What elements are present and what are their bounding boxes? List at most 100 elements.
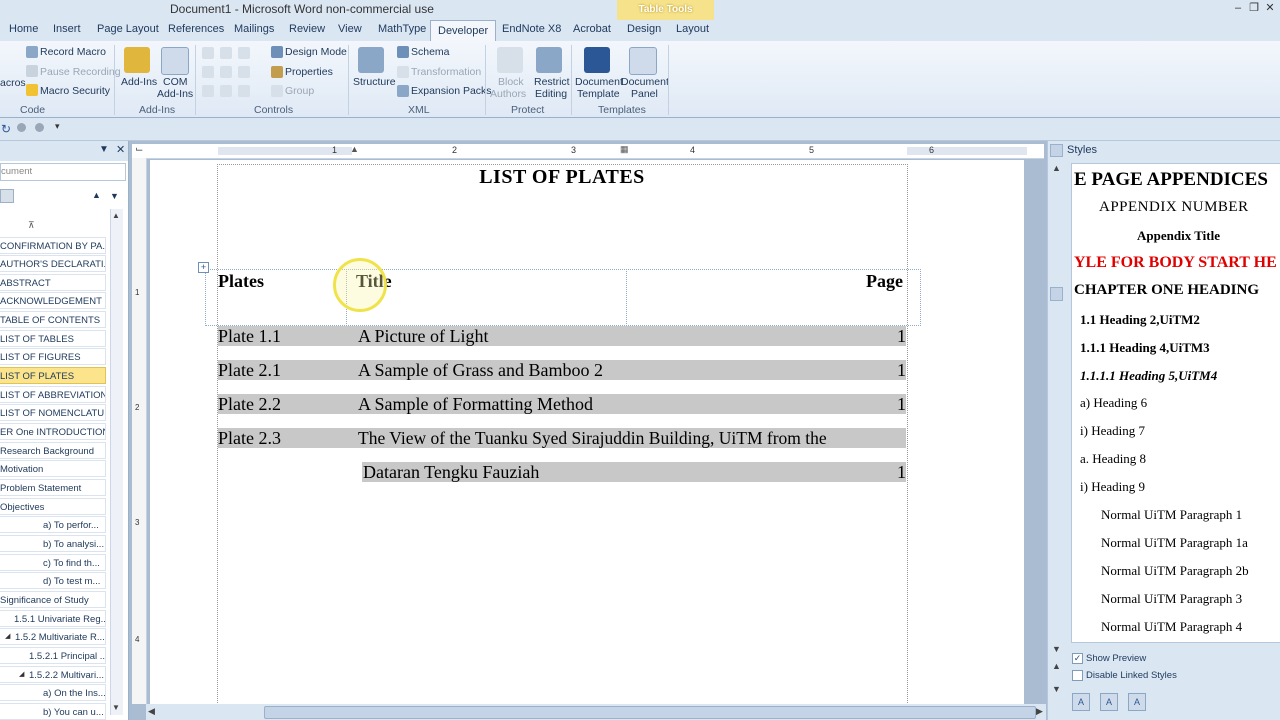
style-item[interactable]: 1.1 Heading 2,UiTM2 bbox=[1080, 312, 1200, 328]
nav-item[interactable]: CONFIRMATION BY PA... bbox=[0, 237, 106, 254]
style-item[interactable]: Normal UiTM Paragraph 2b bbox=[1101, 563, 1249, 579]
nav-item[interactable]: c) To find th... bbox=[0, 554, 106, 571]
next-page-icon[interactable]: ▼ bbox=[1052, 684, 1061, 694]
structure-button[interactable]: Structure bbox=[353, 76, 396, 88]
macros-button[interactable]: acros bbox=[0, 77, 26, 89]
tab-design[interactable]: Design bbox=[627, 23, 661, 35]
customize-toolbar-icon[interactable]: ▾ bbox=[55, 121, 60, 132]
nav-item[interactable]: Motivation bbox=[0, 460, 106, 477]
nav-item[interactable]: LIST OF ABBREVIATIONS bbox=[0, 386, 106, 403]
nav-item[interactable]: a) On the Ins... bbox=[0, 684, 106, 701]
style-item[interactable]: 1.1.1 Heading 4,UiTM3 bbox=[1080, 340, 1210, 356]
manage-styles-icon[interactable]: A bbox=[1128, 693, 1146, 711]
search-input[interactable]: cument bbox=[0, 163, 126, 181]
nav-item[interactable]: b) You can u... bbox=[0, 703, 106, 720]
nav-item[interactable]: d) To test m... bbox=[0, 572, 106, 589]
macro-security-button[interactable]: Macro Security bbox=[40, 85, 110, 97]
tab-acrobat[interactable]: Acrobat bbox=[573, 23, 611, 35]
nav-item[interactable]: Significance of Study bbox=[0, 591, 106, 608]
nav-item[interactable]: LIST OF NOMENCLATU... bbox=[0, 404, 106, 421]
previous-page-icon[interactable]: ▲ bbox=[1052, 661, 1061, 671]
nav-item[interactable]: Research Background bbox=[0, 442, 106, 459]
circle-tool-icon[interactable] bbox=[17, 123, 26, 132]
style-item[interactable]: YLE FOR BODY START HE bbox=[1074, 254, 1277, 272]
nav-scrollbar[interactable]: ▲ ▼ bbox=[110, 209, 123, 715]
ruler-toggle-icon[interactable] bbox=[1050, 144, 1063, 157]
header-table[interactable] bbox=[205, 269, 921, 326]
row-title[interactable]: The View of the Tuanku Syed Sirajuddin B… bbox=[358, 428, 827, 448]
row-page[interactable]: 1 bbox=[897, 394, 906, 414]
expand-triangle-icon[interactable]: ◢ bbox=[19, 670, 24, 678]
tab-developer[interactable]: Developer bbox=[430, 20, 497, 42]
browse-headings-icon[interactable] bbox=[0, 189, 14, 203]
style-item[interactable]: Normal UiTM Paragraph 1a bbox=[1101, 535, 1248, 551]
com-addins-button-line2[interactable]: Add-Ins bbox=[157, 88, 193, 100]
close-icon[interactable]: ✕ bbox=[1263, 1, 1277, 15]
scroll-right-icon[interactable]: ▶ bbox=[1036, 706, 1043, 717]
style-inspector-icon[interactable]: A bbox=[1100, 693, 1118, 711]
nav-item[interactable]: LIST OF FIGURES bbox=[0, 348, 106, 365]
nav-item[interactable]: ER One INTRODUCTION bbox=[0, 423, 106, 440]
restore-icon[interactable]: ❐ bbox=[1247, 1, 1261, 15]
tab-references[interactable]: References bbox=[168, 23, 224, 35]
date-picker-icon[interactable] bbox=[202, 85, 214, 97]
nav-item[interactable]: LIST OF TABLES bbox=[0, 330, 106, 347]
tab-mailings[interactable]: Mailings bbox=[234, 23, 274, 35]
table-row[interactable] bbox=[218, 326, 906, 346]
row-title[interactable]: Dataran Tengku Fauziah bbox=[363, 462, 539, 482]
header-page[interactable]: Page bbox=[866, 271, 903, 291]
style-item[interactable]: Normal UiTM Paragraph 4 bbox=[1101, 619, 1242, 635]
drop-down-icon[interactable] bbox=[238, 66, 250, 78]
group-button[interactable]: Group bbox=[285, 85, 314, 97]
next-heading-icon[interactable]: ▼ bbox=[110, 191, 119, 201]
scroll-down-icon[interactable]: ▼ bbox=[112, 703, 120, 712]
restrict-editing-line2[interactable]: Editing bbox=[535, 88, 567, 100]
plain-text-control-icon[interactable] bbox=[220, 47, 232, 59]
nav-item[interactable]: b) To analysi... bbox=[0, 535, 106, 552]
nav-item-selected[interactable]: LIST OF PLATES bbox=[0, 367, 106, 384]
document-template-line1[interactable]: Document bbox=[575, 76, 623, 88]
nav-item[interactable]: TABLE OF CONTENTS bbox=[0, 311, 106, 328]
transformation-button[interactable]: Transformation bbox=[411, 66, 481, 78]
nav-item[interactable]: 1.5.2.1 Principal ... bbox=[0, 647, 106, 664]
tab-home[interactable]: Home bbox=[9, 23, 38, 35]
block-authors-line2[interactable]: Authors bbox=[490, 88, 526, 100]
redo-icon[interactable]: ↻ bbox=[1, 122, 11, 136]
row-title[interactable]: A Sample of Grass and Bamboo 2 bbox=[358, 360, 603, 380]
close-icon[interactable]: ✕ bbox=[116, 143, 125, 156]
nav-item[interactable]: Problem Statement bbox=[0, 479, 106, 496]
checkbox-control-icon[interactable] bbox=[220, 85, 232, 97]
vertical-scroll-thumb[interactable] bbox=[1050, 287, 1063, 301]
record-macro-button[interactable]: Record Macro bbox=[40, 46, 106, 58]
style-item[interactable]: 1.1.1.1 Heading 5,UiTM4 bbox=[1080, 368, 1217, 384]
row-page[interactable]: 1 bbox=[897, 462, 906, 482]
tab-selector-icon[interactable]: ⌙ bbox=[135, 144, 143, 155]
header-plates[interactable]: Plates bbox=[218, 271, 264, 291]
style-item[interactable]: Normal UiTM Paragraph 3 bbox=[1101, 591, 1242, 607]
nav-item[interactable]: 1.5.2 Multivariate R... bbox=[0, 628, 106, 645]
row-title[interactable]: A Picture of Light bbox=[358, 326, 488, 346]
nav-item[interactable]: 1.5.2.2 Multivari... bbox=[0, 666, 106, 683]
properties-button[interactable]: Properties bbox=[285, 66, 333, 78]
restrict-editing-line1[interactable]: Restrict bbox=[534, 76, 570, 88]
disable-linked-styles-checkbox[interactable] bbox=[1072, 670, 1083, 681]
indent-marker-icon[interactable]: ▲ bbox=[350, 144, 359, 154]
row-plate[interactable]: Plate 1.1 bbox=[218, 326, 281, 346]
tab-mathtype[interactable]: MathType bbox=[378, 23, 426, 35]
tab-layout[interactable]: Layout bbox=[676, 23, 709, 35]
row-plate[interactable]: Plate 2.2 bbox=[218, 394, 281, 414]
row-plate[interactable]: Plate 2.1 bbox=[218, 360, 281, 380]
scroll-up-icon[interactable]: ▲ bbox=[1052, 163, 1061, 173]
style-item[interactable]: Appendix Title bbox=[1137, 228, 1220, 244]
vertical-ruler[interactable]: 1 2 3 4 bbox=[132, 158, 147, 704]
nav-item[interactable]: Objectives bbox=[0, 498, 106, 515]
horizontal-ruler[interactable]: ⌙ 1 2 3 4 5 6 ▲ ▦ bbox=[132, 144, 1044, 159]
new-style-icon[interactable]: A bbox=[1072, 693, 1090, 711]
com-addins-button-line1[interactable]: COM bbox=[163, 76, 188, 88]
style-item[interactable]: CHAPTER ONE HEADING bbox=[1074, 282, 1259, 299]
style-item[interactable]: E PAGE APPENDICES bbox=[1074, 169, 1268, 191]
picture-control-icon[interactable] bbox=[238, 47, 250, 59]
nav-item[interactable]: AUTHOR'S DECLARATI... bbox=[0, 255, 106, 272]
column-marker-icon[interactable]: ▦ bbox=[620, 144, 629, 155]
style-item[interactable]: i) Heading 7 bbox=[1080, 423, 1145, 439]
